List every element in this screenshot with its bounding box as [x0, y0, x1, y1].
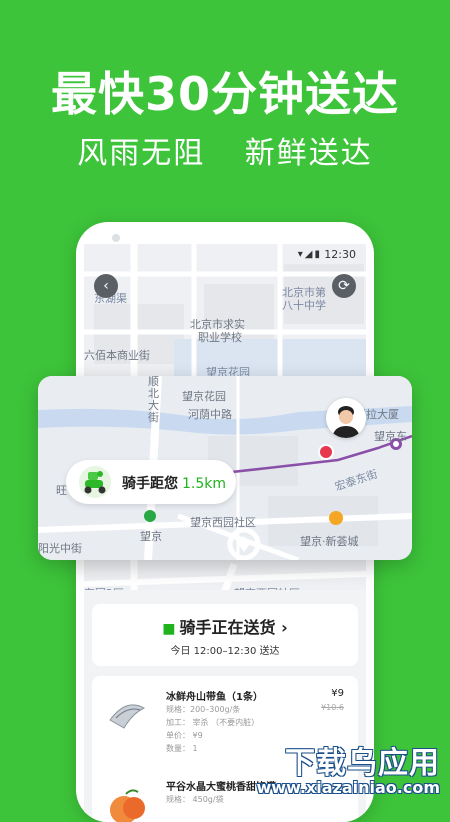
- item-name: 冰鲜舟山带鱼（1条）: [166, 692, 263, 703]
- item-spec: 规格：200–300g/条: [166, 705, 241, 714]
- signal-battery-icons: ▾◢▮: [297, 249, 322, 260]
- map-label: 河荫中路: [188, 408, 232, 421]
- back-button[interactable]: ‹: [94, 274, 118, 298]
- camera-dot: [112, 234, 120, 242]
- item-old-price: ¥10.6: [321, 703, 344, 712]
- map-label: 望京: [140, 530, 162, 543]
- map-label: 顺北大街: [148, 376, 159, 424]
- rider-distance: 1.5km: [182, 476, 227, 492]
- watermark-url: www.xiazainiao.com: [256, 778, 440, 797]
- rider-label: 骑手距您: [122, 476, 178, 492]
- refresh-icon: ⟳: [338, 278, 350, 294]
- map-label: 八十中学: [282, 299, 326, 312]
- item-qty: 数量： 1: [166, 744, 198, 753]
- hero-subtitle-left: 风雨无阻: [77, 136, 206, 171]
- map-label: 望京花园: [182, 390, 226, 403]
- map-label: 望京东: [374, 430, 407, 443]
- delivery-status-label: 骑手正在送货: [179, 618, 276, 637]
- item-process: 加工： 宰杀 （不要内脏）: [166, 718, 260, 727]
- destination-pin-icon: [318, 444, 334, 460]
- peach-thumbnail: [104, 784, 148, 822]
- chevron-left-icon: ‹: [103, 278, 109, 294]
- chevron-right-icon: ›: [281, 618, 288, 637]
- map-label: 望京·新荟城: [300, 535, 359, 548]
- delivery-status-title[interactable]: ■ 骑手正在送货 ›: [92, 614, 358, 638]
- watermark-title: 下载乌应用: [285, 746, 440, 781]
- rider-map-card[interactable]: 望京花园 河荫中路 千罗拉大厦 望京东 宏泰东街 望京西园社区 望京·新荟城 阳…: [38, 376, 412, 560]
- rider-avatar[interactable]: [326, 398, 366, 438]
- rider-distance-label: 骑手距您 1.5km: [122, 473, 226, 493]
- truck-icon: ■: [162, 621, 176, 637]
- hero-subtitle: 风雨无阻 新鲜送达: [0, 128, 450, 172]
- rider-distance-bubble: 骑手距您 1.5km: [66, 460, 236, 504]
- status-time: 12:30: [324, 248, 356, 261]
- map-label: 六佰本商业街: [84, 349, 150, 362]
- hero-title: 最快30分钟送达: [50, 67, 399, 121]
- map-label: 阳光中街: [38, 542, 82, 555]
- status-bar: ▾◢▮ 12:30: [84, 244, 366, 266]
- fish-thumbnail: [104, 694, 148, 738]
- scooter-rider-icon: [76, 466, 114, 498]
- delivery-time: 今日 12:00–12:30 送达: [170, 646, 280, 657]
- item-price: ¥9: [331, 688, 344, 699]
- watermark: 下载乌应用 www.xiazainiao.com: [257, 736, 446, 800]
- map-label: 职业学校: [198, 331, 242, 344]
- item-unit-price: 单价： ¥9: [166, 731, 203, 740]
- refresh-button[interactable]: ⟳: [332, 274, 356, 298]
- hero-subtitle-right: 新鲜送达: [244, 136, 373, 171]
- delivery-status-card[interactable]: ■ 骑手正在送货 › 今日 12:00–12:30 送达: [92, 604, 358, 666]
- map-label: 望京西园社区: [190, 516, 256, 529]
